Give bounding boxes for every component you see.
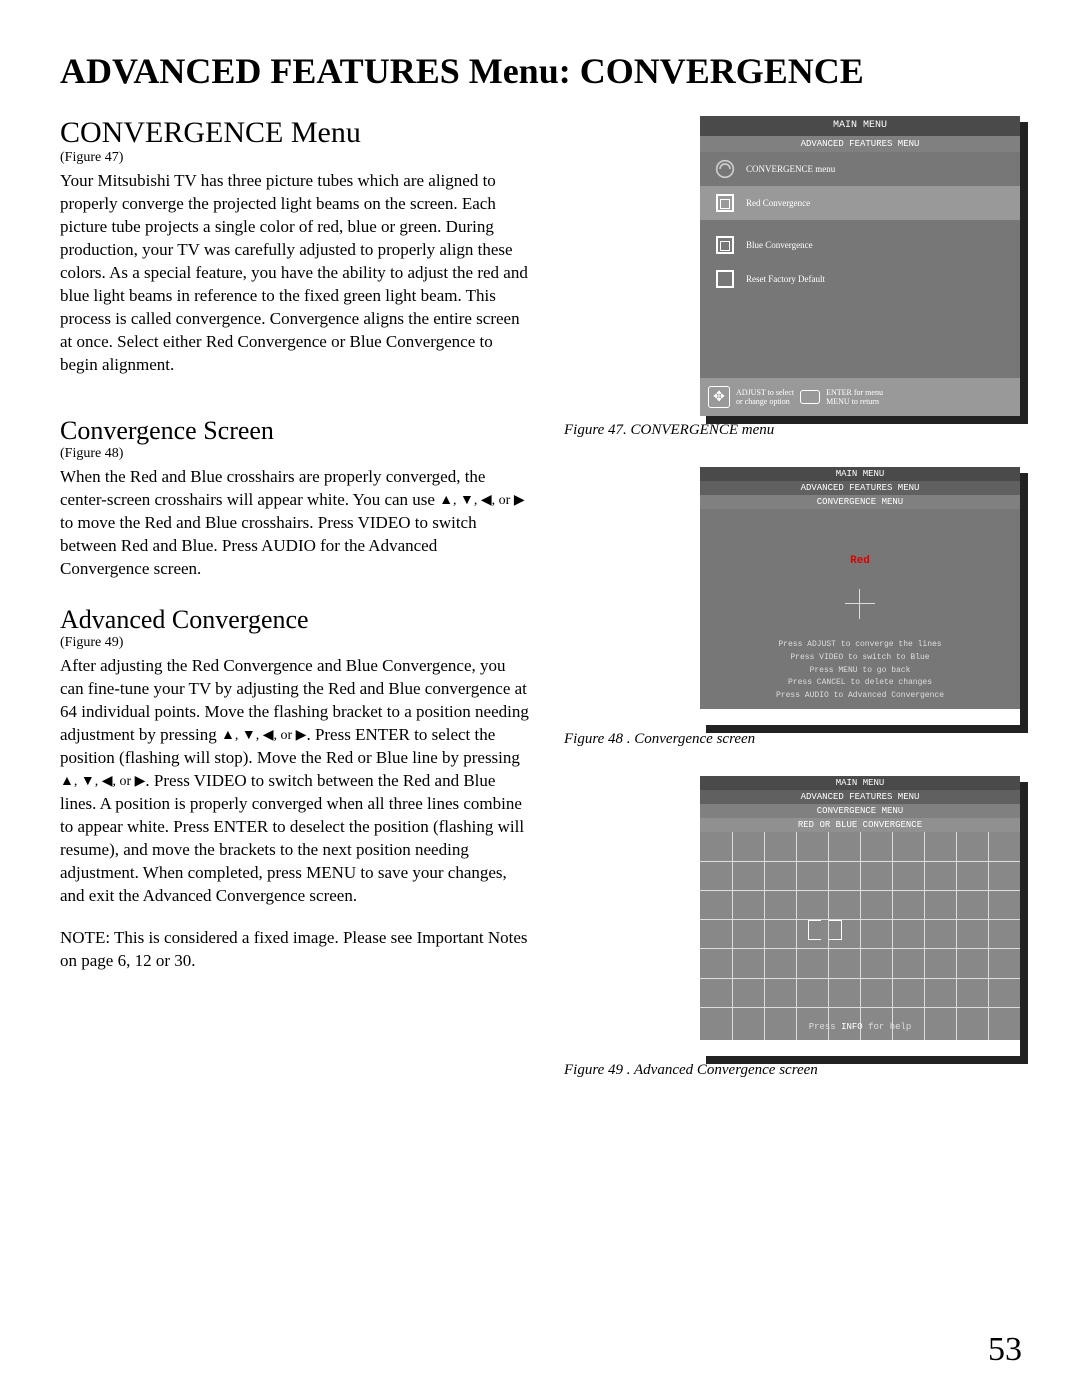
page-title: ADVANCED FEATURES Menu: CONVERGENCE — [60, 50, 1020, 92]
page-number: 53 — [988, 1331, 1022, 1369]
fig49-main-menu-bar: MAIN MENU — [700, 776, 1020, 790]
fig48-af-menu-bar: ADVANCED FEATURES MENU — [700, 481, 1020, 495]
box-icon — [714, 234, 736, 256]
fig47-item-1-label: Red Convergence — [746, 198, 810, 208]
fig47-footer: ADJUST to select or change option ENTER … — [700, 378, 1020, 416]
heading-convergence-menu: CONVERGENCE Menu — [60, 116, 530, 150]
fig47-item-2-label: Blue Convergence — [746, 240, 813, 250]
box-icon — [714, 192, 736, 214]
fig47-caption: Figure 47. CONVERGENCE menu — [564, 422, 1020, 439]
two-column-layout: CONVERGENCE Menu (Figure 47) Your Mitsub… — [60, 116, 1020, 1107]
figref-48: (Figure 48) — [60, 446, 530, 462]
fig48-tip-2: Press MENU to go back — [700, 665, 1020, 678]
fig47-foot-r2: MENU to return — [826, 397, 879, 406]
fig48-conv-menu-bar: CONVERGENCE MENU — [700, 495, 1020, 509]
fig48-red-label: Red — [850, 555, 870, 567]
para-screen-a: When the Red and Blue crosshairs are pro… — [60, 467, 485, 509]
box-icon — [714, 268, 736, 290]
shadow — [1020, 782, 1028, 1064]
fig49-rb-bar: RED OR BLUE CONVERGENCE — [700, 818, 1020, 832]
fig47-foot-l2: or change option — [736, 397, 790, 406]
para-advanced-1: After adjusting the Red Convergence and … — [60, 655, 530, 907]
figref-49: (Figure 49) — [60, 635, 530, 651]
fig47-menu-body: CONVERGENCE menu Red Convergence Blue Co… — [700, 152, 1020, 378]
fig47-main-menu-bar: MAIN MENU — [700, 116, 1020, 136]
shadow — [706, 1056, 1028, 1064]
convergence-icon — [714, 158, 736, 180]
left-column: CONVERGENCE Menu (Figure 47) Your Mitsub… — [60, 116, 530, 1107]
shadow — [1020, 473, 1028, 733]
fig47-item-blue-convergence: Blue Convergence — [700, 228, 1020, 262]
arrow-glyphs: ▲, ▼, ◀, or ▶ — [221, 727, 306, 746]
selection-bracket-icon — [808, 920, 842, 940]
heading-convergence-screen: Convergence Screen — [60, 416, 530, 446]
fig48-tip-1: Press VIDEO to switch to Blue — [700, 652, 1020, 665]
fig48-tip-0: Press ADJUST to converge the lines — [700, 639, 1020, 652]
fig49-tip: Press INFO for help — [700, 1022, 1020, 1032]
figure-49: MAIN MENU ADVANCED FEATURES MENU CONVERG… — [560, 776, 1020, 1079]
heading-advanced-convergence: Advanced Convergence — [60, 605, 530, 635]
fig48-main-menu-bar: MAIN MENU — [700, 467, 1020, 481]
fig47-item-3-label: Reset Factory Default — [746, 274, 825, 284]
fig48-tips: Press ADJUST to converge the lines Press… — [700, 639, 1020, 703]
enter-icon — [800, 390, 820, 404]
fig49-tip-b: for help — [863, 1022, 912, 1032]
fig49-tip-hl: INFO — [841, 1022, 863, 1032]
fig48-body: Red Press ADJUST to converge the lines P… — [700, 509, 1020, 709]
arrow-glyphs: ▲, ▼, ◀, or ▶ — [60, 773, 145, 792]
fig47-foot-l1: ADJUST to select — [736, 388, 794, 397]
fig48-tip-4: Press AUDIO to Advanced Convergence — [700, 690, 1020, 703]
figref-47: (Figure 47) — [60, 150, 530, 166]
shadow — [706, 416, 1028, 424]
fig47-item-red-convergence: Red Convergence — [700, 186, 1020, 220]
fig47-item-reset-factory: Reset Factory Default — [700, 262, 1020, 296]
note-fixed-image: NOTE: This is considered a fixed image. … — [60, 927, 530, 973]
fig49-body: Press INFO for help — [700, 832, 1020, 1040]
fig48-screen: MAIN MENU ADVANCED FEATURES MENU CONVERG… — [700, 467, 1020, 725]
fig48-caption: Figure 48 . Convergence screen — [564, 731, 1020, 748]
para-convergence-screen: When the Red and Blue crosshairs are pro… — [60, 466, 530, 581]
convergence-grid: Press INFO for help — [700, 832, 1020, 1040]
para-screen-b: to move the Red and Blue crosshairs. Pre… — [60, 513, 477, 578]
fig49-af-menu-bar: ADVANCED FEATURES MENU — [700, 790, 1020, 804]
fig47-foot-r1: ENTER for menu — [826, 388, 883, 397]
fig49-screen: MAIN MENU ADVANCED FEATURES MENU CONVERG… — [700, 776, 1020, 1056]
shadow — [706, 725, 1028, 733]
fig49-conv-menu-bar: CONVERGENCE MENU — [700, 804, 1020, 818]
para-convergence-menu: Your Mitsubishi TV has three picture tub… — [60, 170, 530, 376]
fig47-item-convergence-menu: CONVERGENCE menu — [700, 152, 1020, 186]
fig47-screen: MAIN MENU ADVANCED FEATURES MENU CONVERG… — [700, 116, 1020, 416]
fig49-tip-a: Press — [809, 1022, 841, 1032]
shadow — [1020, 122, 1028, 424]
adjust-icon — [708, 386, 730, 408]
fig48-tip-3: Press CANCEL to delete changes — [700, 677, 1020, 690]
figure-47: MAIN MENU ADVANCED FEATURES MENU CONVERG… — [560, 116, 1020, 439]
right-column: MAIN MENU ADVANCED FEATURES MENU CONVERG… — [560, 116, 1020, 1107]
fig49-caption: Figure 49 . Advanced Convergence screen — [564, 1062, 1020, 1079]
figure-48: MAIN MENU ADVANCED FEATURES MENU CONVERG… — [560, 467, 1020, 748]
crosshair-icon — [845, 589, 875, 619]
fig47-af-menu-bar: ADVANCED FEATURES MENU — [700, 136, 1020, 152]
fig47-item-0-label: CONVERGENCE menu — [746, 164, 835, 174]
arrow-glyphs: ▲, ▼, ◀, or ▶ — [439, 492, 524, 511]
